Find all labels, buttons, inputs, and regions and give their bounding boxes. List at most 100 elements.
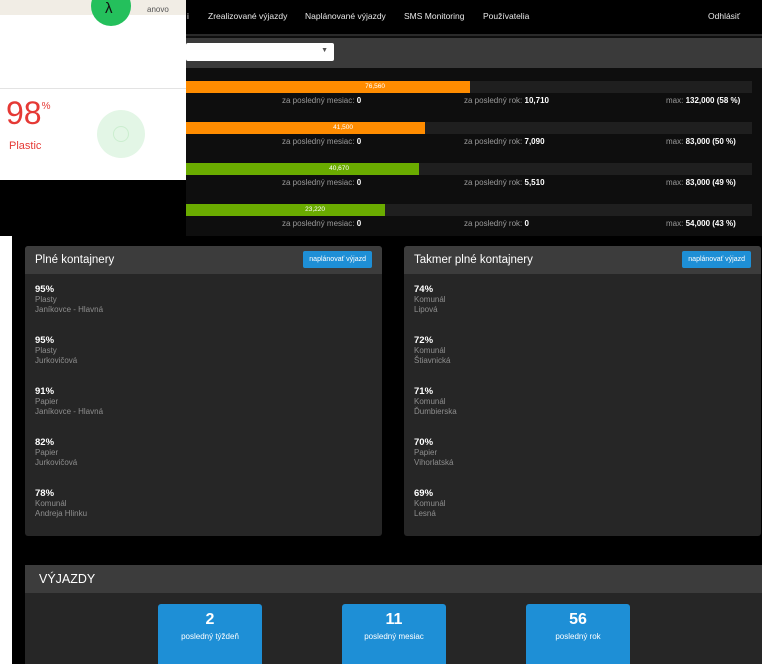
- max-stat-value: 83,000 (50 %): [685, 137, 736, 146]
- last-year-stat: za posledný rok: 5,510: [464, 178, 545, 187]
- item-location: Janíkovce - Hlavná: [35, 305, 104, 314]
- item-location: Štiavnická: [414, 356, 451, 365]
- list-item[interactable]: 74% Komunál Lipová: [414, 284, 714, 315]
- fill-bar-value: 41,500: [333, 124, 353, 131]
- last-month-stat: za posledný mesiac: 0: [282, 96, 361, 105]
- item-location: Vihorlatská: [414, 458, 454, 467]
- plan-trip-button[interactable]: naplánovať výjazd: [303, 251, 372, 268]
- top-navbar: i Zrealizované výjazdy Naplánované výjaz…: [186, 0, 762, 36]
- last-year-stat-value: 0: [524, 219, 529, 228]
- item-type: Papier: [35, 448, 59, 457]
- nav-item-planned-trips[interactable]: Naplánované výjazdy: [305, 11, 386, 21]
- chevron-down-icon: ▼: [321, 47, 328, 54]
- card-label: posledný rok: [555, 632, 601, 641]
- card-value: 56: [569, 611, 587, 628]
- nav-item-completed-trips[interactable]: Zrealizované výjazdy: [208, 11, 287, 21]
- list-item[interactable]: 69% Komunál Lesná: [414, 488, 714, 519]
- last-month-stat: za posledný mesiac: 0: [282, 137, 361, 146]
- max-stat-value: 83,000 (49 %): [685, 178, 736, 187]
- fill-percent: 98%: [6, 95, 51, 132]
- last-year-stat-value: 7,090: [524, 137, 545, 146]
- item-percent: 95%: [35, 284, 55, 295]
- item-location: Andreja Hlinku: [35, 509, 88, 518]
- item-type: Papier: [414, 448, 438, 457]
- fill-bar: 41,500: [186, 122, 425, 134]
- fill-bar-value: 40,670: [329, 165, 349, 172]
- max-stat-value: 54,000 (43 %): [685, 219, 736, 228]
- max-stat: max: 132,000 (58 %): [666, 96, 740, 105]
- item-type: Plasty: [35, 346, 57, 355]
- list-item[interactable]: 72% Komunál Štiavnická: [414, 335, 714, 366]
- last-year-stat-label: za posledný rok:: [464, 219, 523, 228]
- card-value: 11: [385, 611, 403, 628]
- list-item[interactable]: 95% Plasty Janíkovce - Hlavná: [35, 284, 335, 315]
- trips-week-card[interactable]: 2 posledný týždeň: [158, 604, 262, 664]
- section-title: VÝJAZDY: [39, 572, 96, 586]
- item-location: Jurkovičová: [35, 458, 78, 467]
- item-type: Plasty: [35, 295, 57, 304]
- fill-bar-track: 41,500: [186, 122, 752, 134]
- filter-bar: ▼: [186, 38, 762, 68]
- max-stat: max: 83,000 (50 %): [666, 137, 736, 146]
- last-month-stat-value: 0: [356, 178, 362, 187]
- item-percent: 69%: [414, 488, 434, 499]
- item-type: Komunál: [414, 295, 446, 304]
- person-icon: λ: [105, 0, 113, 17]
- item-percent: 70%: [414, 437, 434, 448]
- list-item[interactable]: 70% Papier Vihorlatská: [414, 437, 714, 468]
- item-type: Komunál: [414, 346, 446, 355]
- fill-bar-value: 76,560: [365, 83, 385, 90]
- list-item[interactable]: 71% Komunál Ďumbierska: [414, 386, 714, 417]
- item-location: Janíkovce - Hlavná: [35, 407, 104, 416]
- logout-link[interactable]: Odhlásiť: [708, 11, 740, 21]
- last-month-stat-label: za posledný mesiac:: [282, 137, 355, 146]
- last-year-stat-label: za posledný rok:: [464, 137, 523, 146]
- last-month-stat-label: za posledný mesiac:: [282, 96, 355, 105]
- mobile-preview: λ anovo 98% Plastic: [0, 0, 186, 236]
- nav-item-sms-monitoring[interactable]: SMS Monitoring: [404, 11, 464, 21]
- item-percent: 95%: [35, 335, 55, 346]
- card-label: posledný mesiac: [364, 632, 424, 641]
- nav-item-partial[interactable]: i: [187, 11, 189, 21]
- list-item[interactable]: 82% Papier Jurkovičová: [35, 437, 335, 468]
- last-year-stat-value: 10,710: [524, 96, 549, 105]
- last-year-stat: za posledný rok: 10,710: [464, 96, 549, 105]
- max-stat-label: max:: [666, 137, 684, 146]
- item-location: Lipová: [414, 305, 438, 314]
- plan-trip-button[interactable]: naplánovať výjazd: [682, 251, 751, 268]
- fill-bar-value: 23,220: [305, 206, 325, 213]
- max-stat-value: 132,000 (58 %): [685, 96, 741, 105]
- last-year-stat: za posledný rok: 0: [464, 219, 529, 228]
- max-stat-label: max:: [666, 96, 684, 105]
- card-value: 2: [205, 611, 215, 628]
- list-item[interactable]: 91% Papier Janíkovce - Hlavná: [35, 386, 335, 417]
- panel-title: Plné kontajnery: [35, 254, 115, 266]
- trips-section: 2 posledný týždeň 11 posledný mesiac 56 …: [25, 593, 762, 664]
- fill-level-window: i Zrealizované výjazdy Naplánované výjaz…: [186, 0, 762, 236]
- trips-year-card[interactable]: 56 posledný rok: [526, 604, 630, 664]
- nav-item-users[interactable]: Používatelia: [483, 11, 529, 21]
- status-indicator: λ: [91, 0, 131, 26]
- item-location: Jurkovičová: [35, 356, 78, 365]
- max-stat: max: 83,000 (49 %): [666, 178, 736, 187]
- item-location: Lesná: [414, 509, 436, 518]
- container-select[interactable]: ▼: [186, 43, 334, 61]
- item-percent: 74%: [414, 284, 434, 295]
- left-strip: [0, 236, 12, 664]
- item-type: Komunál: [414, 499, 446, 508]
- percent-sign: %: [41, 101, 51, 112]
- panel-header: Plné kontajnery naplánovať výjazd: [25, 246, 382, 274]
- trips-month-card[interactable]: 11 posledný mesiac: [342, 604, 446, 664]
- panel-header: Takmer plné kontajnery naplánovať výjazd: [404, 246, 761, 274]
- max-stat-label: max:: [666, 219, 684, 228]
- max-stat: max: 54,000 (43 %): [666, 219, 736, 228]
- item-percent: 72%: [414, 335, 434, 346]
- card-label: posledný týždeň: [181, 632, 239, 641]
- fill-bar: 40,670: [186, 163, 419, 175]
- fill-bar: 76,560: [186, 81, 470, 93]
- list-item[interactable]: 95% Plasty Jurkovičová: [35, 335, 335, 366]
- fill-percent-value: 98: [6, 95, 42, 131]
- item-percent: 82%: [35, 437, 55, 448]
- list-item[interactable]: 78% Komunál Andreja Hlinku: [35, 488, 335, 519]
- last-month-stat: za posledný mesiac: 0: [282, 178, 361, 187]
